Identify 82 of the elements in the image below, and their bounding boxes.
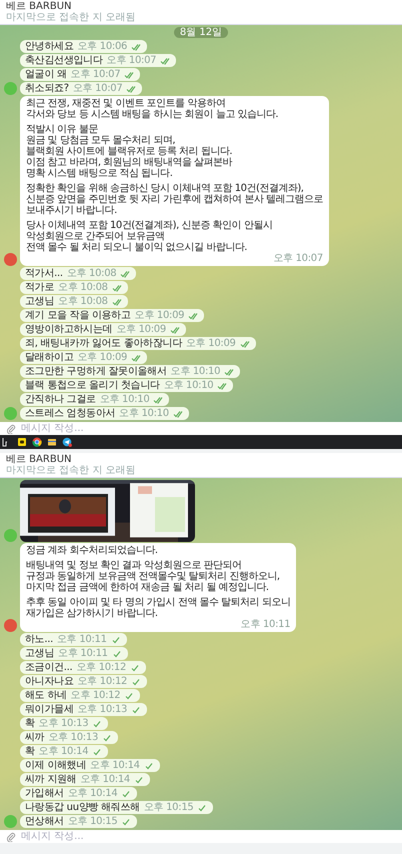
message-input-field[interactable]: 메시지 작성... [21, 831, 396, 842]
message-time: 오후 10:13 [48, 732, 98, 743]
message-time: 오후 10:15 [68, 816, 118, 827]
message-text: 씨까 지원해 [25, 774, 76, 785]
message-time: 오후 10:08 [66, 268, 116, 279]
message-time: 오후 10:07 [70, 69, 120, 80]
message-time: 오후 10:09 [116, 324, 166, 335]
messenger-icon[interactable] [62, 437, 72, 447]
message-input-bar[interactable]: 메시지 작성... [0, 422, 402, 435]
message-time: 오후 10:14 [38, 746, 88, 757]
last-seen-status: 마지막으로 접속한 지 오래됨 [6, 12, 137, 23]
message-time: 오후 10:10 [100, 394, 150, 405]
message-time: 오후 10:12 [70, 690, 120, 701]
message-text: 간직하나 그걸로 [25, 394, 96, 405]
paperclip-icon[interactable] [6, 424, 16, 434]
message-time: 오후 10:09 [134, 310, 184, 321]
browser-icon[interactable] [32, 437, 42, 447]
message-text: 확 [25, 718, 35, 729]
message-text: 얼굴이 왜 [25, 69, 67, 80]
chat-title: 베르 BARBUN [6, 454, 72, 465]
message-text: 취소되죠? [25, 83, 69, 94]
message-text: 스트레스 엄청동아서 [25, 408, 116, 419]
message-time: 오후 10:14 [90, 760, 140, 771]
message-text: 아니자나요 [25, 676, 74, 687]
message-time: 오후 10:09 [186, 338, 236, 349]
message-text: 먼상해서 [25, 816, 64, 827]
message-text: 영방이하고하시는데 [25, 324, 112, 335]
message-text: 달래하이고 [25, 352, 74, 363]
message-text: 적가로 [25, 282, 54, 293]
message-text: 적가서... [25, 268, 63, 279]
message-time: 오후 10:11 [58, 648, 108, 659]
message-time: 오후 10:06 [78, 41, 128, 52]
paperclip-icon[interactable] [6, 832, 16, 842]
message-text: 가입해서 [25, 788, 64, 799]
message-time: 오후 10:11 [57, 634, 107, 645]
message-text: 확 [25, 746, 35, 757]
message-text: 나랑동갑 uu양빵 해줘쓰해 [25, 802, 140, 813]
message-time: 오후 10:13 [78, 704, 128, 715]
message-time: 오후 10:12 [78, 676, 128, 687]
message-text: 블랙 통첩으로 올리기 첫습니다 [25, 380, 160, 391]
message-time: 오후 10:10 [119, 408, 169, 419]
message-text: 안녕하세요 [25, 41, 74, 52]
message-text: 고생님 [25, 296, 54, 307]
date-chip: 8월 12일 [174, 27, 228, 38]
message-text: 해도 하네 [25, 690, 67, 701]
message-text: 계기 모을 작을 이용하고 [25, 310, 131, 321]
message-time: 오후 10:14 [68, 788, 118, 799]
last-seen-status: 마지막으로 접속한 지 오래됨 [6, 465, 137, 476]
message-text: 정확한 확인을 위해 송금하신 당시 이체내역 포함 10건(전결계좌), 신분증 앞면을 주민번호 뒷 자리 가린후에 캡쳐하여 본사 텔레그램으로 보내주시기 바랍니다. [26, 183, 323, 216]
message-time: 오후 10:07 [106, 55, 156, 66]
message-text: 정금 계좌 회수처리되었습니다. [26, 545, 159, 556]
message-text: 하노... [25, 634, 54, 645]
folder-icon[interactable] [47, 437, 57, 447]
message-time: 오후 10:07 [273, 253, 323, 264]
message-text: 추후 동일 아이피 및 타 명의 가입시 전액 몰수 탈퇴처리 되오니 재가입은 삼가하시기 바랍니다. [26, 597, 290, 619]
message-time: 오후 10:09 [78, 352, 128, 363]
message-text: 최근 전쟁, 재중전 및 이벤트 포인트를 악용하여 각서와 당보 등 시스템 배팅을 하시는 회원이 늘고 있습니다. [26, 98, 280, 120]
chat-app-icon[interactable] [17, 437, 27, 447]
message-text: 적발시 이유 불문 원금 및 당첨금 모두 몰수처리 되며, 블랙회원 사이트에 블랙유저로 등록 처리 됩니다. 이점 참고 바라며, 회원님의 배팅내역을 살펴본바 명확 시스템 배팅으로 적심 됩니다. [26, 124, 234, 179]
message-time: 오후 10:08 [58, 282, 108, 293]
message-text: 축산김선생입니다 [25, 55, 103, 66]
message-time: 오후 10:14 [80, 774, 130, 785]
message-time: 오후 10:10 [164, 380, 214, 391]
message-text: 배팅내역 및 정보 확인 결과 악성회원으로 판단되어 규정과 동일하게 보유금액 전액몰수및 탈퇴처리 진행하오니, 마지막 접금 금액에 한하여 재송금 될 처리 될 예정입니다. [26, 560, 281, 593]
message-text: 이제 이해했네 [25, 760, 86, 771]
message-text: 씨까 [25, 732, 44, 743]
message-text: 고생님 [25, 648, 54, 659]
message-time: 오후 10:12 [76, 662, 126, 673]
message-text: 조그만한 구멍하게 잘못이올해서 [25, 366, 167, 377]
message-time: 오후 10:11 [240, 619, 290, 630]
message-time: 오후 10:15 [144, 802, 194, 813]
message-time: 오후 10:07 [72, 83, 122, 94]
message-text: 죄, 배팅내카까 잃어도 좋아하잖니다 [25, 338, 182, 349]
message-input-field[interactable]: 메시지 작성... [21, 423, 396, 434]
message-input-bar[interactable]: 메시지 작성... [0, 830, 402, 843]
message-time: 오후 10:10 [170, 366, 220, 377]
message-text: 뭐이가믈세 [25, 704, 74, 715]
message-text: 당사 이체내역 포함 10건(전결계좌), 신분증 확인이 안될시 악성회원으로 간주되어 보유금액 전액 몰수 될 처리 되오니 불이익 없으시길 바랍니다. [26, 220, 274, 253]
message-time: 오후 10:13 [38, 718, 88, 729]
message-time: 오후 10:08 [58, 296, 108, 307]
chat-title: 베르 BARBUN [6, 1, 72, 12]
message-text: 조금이건... [25, 662, 72, 673]
